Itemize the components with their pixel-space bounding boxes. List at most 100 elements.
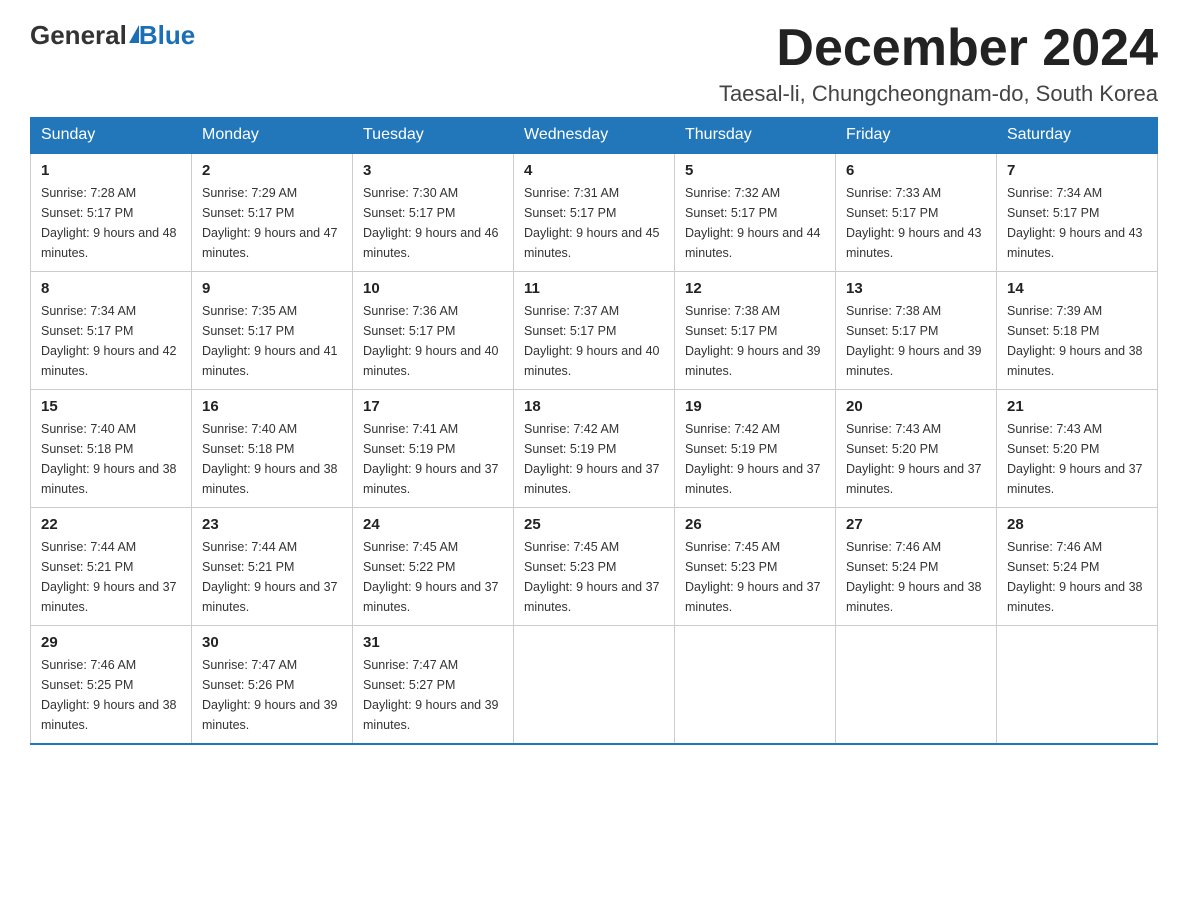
day-info: Sunrise: 7:37 AMSunset: 5:17 PMDaylight:… (524, 301, 664, 381)
day-number: 31 (363, 634, 503, 651)
logo-blue-text: Blue (139, 20, 195, 51)
day-info: Sunrise: 7:46 AMSunset: 5:24 PMDaylight:… (846, 537, 986, 617)
day-info: Sunrise: 7:36 AMSunset: 5:17 PMDaylight:… (363, 301, 503, 381)
week-row-5: 29 Sunrise: 7:46 AMSunset: 5:25 PMDayligh… (31, 626, 1158, 745)
day-number: 7 (1007, 162, 1147, 179)
day-info: Sunrise: 7:33 AMSunset: 5:17 PMDaylight:… (846, 183, 986, 263)
logo-general: General (30, 20, 127, 51)
calendar-cell: 21Sunrise: 7:43 AMSunset: 5:20 PMDayligh… (997, 390, 1158, 508)
calendar-cell: 28Sunrise: 7:46 AMSunset: 5:24 PMDayligh… (997, 508, 1158, 626)
day-info: Sunrise: 7:30 AMSunset: 5:17 PMDaylight:… (363, 183, 503, 263)
calendar-cell: 12 Sunrise: 7:38 AMSunset: 5:17 PMDayligh… (675, 272, 836, 390)
calendar-cell: 8Sunrise: 7:34 AMSunset: 5:17 PMDaylight… (31, 272, 192, 390)
day-info: Sunrise: 7:42 AMSunset: 5:19 PMDaylight:… (685, 419, 825, 499)
day-info: Sunrise: 7:35 AMSunset: 5:17 PMDaylight:… (202, 301, 342, 381)
calendar-cell: 15Sunrise: 7:40 AMSunset: 5:18 PMDayligh… (31, 390, 192, 508)
day-number: 11 (524, 280, 664, 297)
col-header-thursday: Thursday (675, 118, 836, 154)
week-row-1: 1 Sunrise: 7:28 AMSunset: 5:17 PMDaylight… (31, 153, 1158, 272)
day-number: 10 (363, 280, 503, 297)
day-number: 13 (846, 280, 986, 297)
calendar-cell: 11 Sunrise: 7:37 AMSunset: 5:17 PMDayligh… (514, 272, 675, 390)
calendar-cell: 2Sunrise: 7:29 AMSunset: 5:17 PMDaylight… (192, 153, 353, 272)
day-number: 21 (1007, 398, 1147, 415)
calendar-cell: 22 Sunrise: 7:44 AMSunset: 5:21 PMDayligh… (31, 508, 192, 626)
day-info: Sunrise: 7:44 AMSunset: 5:21 PMDaylight:… (202, 537, 342, 617)
calendar-cell: 24 Sunrise: 7:45 AMSunset: 5:22 PMDayligh… (353, 508, 514, 626)
calendar-cell: 27 Sunrise: 7:46 AMSunset: 5:24 PMDayligh… (836, 508, 997, 626)
day-number: 17 (363, 398, 503, 415)
month-title: December 2024 (719, 20, 1158, 77)
week-row-2: 8Sunrise: 7:34 AMSunset: 5:17 PMDaylight… (31, 272, 1158, 390)
calendar-cell: 31Sunrise: 7:47 AMSunset: 5:27 PMDayligh… (353, 626, 514, 745)
day-info: Sunrise: 7:46 AMSunset: 5:25 PMDaylight:… (41, 655, 181, 735)
day-info: Sunrise: 7:32 AMSunset: 5:17 PMDaylight:… (685, 183, 825, 263)
day-info: Sunrise: 7:45 AMSunset: 5:22 PMDaylight:… (363, 537, 503, 617)
calendar-cell: 7 Sunrise: 7:34 AMSunset: 5:17 PMDaylight… (997, 153, 1158, 272)
logo-blue-part: Blue (127, 20, 195, 51)
day-number: 9 (202, 280, 342, 297)
day-info: Sunrise: 7:41 AMSunset: 5:19 PMDaylight:… (363, 419, 503, 499)
title-area: December 2024 Taesal-li, Chungcheongnam-… (719, 20, 1158, 107)
calendar-cell (675, 626, 836, 745)
day-number: 26 (685, 516, 825, 533)
calendar-cell: 1 Sunrise: 7:28 AMSunset: 5:17 PMDaylight… (31, 153, 192, 272)
day-number: 29 (41, 634, 181, 651)
day-number: 14 (1007, 280, 1147, 297)
day-number: 12 (685, 280, 825, 297)
day-number: 2 (202, 162, 342, 179)
day-info: Sunrise: 7:38 AMSunset: 5:17 PMDaylight:… (846, 301, 986, 381)
calendar-cell: 26 Sunrise: 7:45 AMSunset: 5:23 PMDayligh… (675, 508, 836, 626)
calendar-cell (514, 626, 675, 745)
calendar-cell: 3Sunrise: 7:30 AMSunset: 5:17 PMDaylight… (353, 153, 514, 272)
day-info: Sunrise: 7:45 AMSunset: 5:23 PMDaylight:… (685, 537, 825, 617)
calendar-cell: 18 Sunrise: 7:42 AMSunset: 5:19 PMDayligh… (514, 390, 675, 508)
calendar-cell: 17 Sunrise: 7:41 AMSunset: 5:19 PMDayligh… (353, 390, 514, 508)
day-info: Sunrise: 7:47 AMSunset: 5:26 PMDaylight:… (202, 655, 342, 735)
day-number: 1 (41, 162, 181, 179)
logo-text: General Blue (30, 20, 195, 51)
col-header-friday: Friday (836, 118, 997, 154)
day-number: 24 (363, 516, 503, 533)
calendar-cell: 6 Sunrise: 7:33 AMSunset: 5:17 PMDaylight… (836, 153, 997, 272)
calendar-cell: 4 Sunrise: 7:31 AMSunset: 5:17 PMDaylight… (514, 153, 675, 272)
col-header-wednesday: Wednesday (514, 118, 675, 154)
calendar-cell: 9 Sunrise: 7:35 AMSunset: 5:17 PMDaylight… (192, 272, 353, 390)
calendar-cell: 5Sunrise: 7:32 AMSunset: 5:17 PMDaylight… (675, 153, 836, 272)
day-number: 18 (524, 398, 664, 415)
calendar-cell: 13 Sunrise: 7:38 AMSunset: 5:17 PMDayligh… (836, 272, 997, 390)
calendar-cell (836, 626, 997, 745)
day-number: 25 (524, 516, 664, 533)
day-info: Sunrise: 7:38 AMSunset: 5:17 PMDaylight:… (685, 301, 825, 381)
location-title: Taesal-li, Chungcheongnam-do, South Kore… (719, 81, 1158, 107)
day-info: Sunrise: 7:34 AMSunset: 5:17 PMDaylight:… (1007, 183, 1147, 263)
calendar-cell: 16Sunrise: 7:40 AMSunset: 5:18 PMDayligh… (192, 390, 353, 508)
day-info: Sunrise: 7:40 AMSunset: 5:18 PMDaylight:… (202, 419, 342, 499)
day-number: 23 (202, 516, 342, 533)
day-number: 27 (846, 516, 986, 533)
col-header-sunday: Sunday (31, 118, 192, 154)
day-info: Sunrise: 7:42 AMSunset: 5:19 PMDaylight:… (524, 419, 664, 499)
calendar-cell (997, 626, 1158, 745)
day-number: 8 (41, 280, 181, 297)
day-number: 4 (524, 162, 664, 179)
day-number: 20 (846, 398, 986, 415)
day-number: 22 (41, 516, 181, 533)
calendar-cell: 23 Sunrise: 7:44 AMSunset: 5:21 PMDayligh… (192, 508, 353, 626)
calendar-cell: 10 Sunrise: 7:36 AMSunset: 5:17 PMDayligh… (353, 272, 514, 390)
calendar-cell: 20Sunrise: 7:43 AMSunset: 5:20 PMDayligh… (836, 390, 997, 508)
day-number: 30 (202, 634, 342, 651)
calendar-cell: 30 Sunrise: 7:47 AMSunset: 5:26 PMDayligh… (192, 626, 353, 745)
calendar-cell: 14 Sunrise: 7:39 AMSunset: 5:18 PMDayligh… (997, 272, 1158, 390)
day-number: 19 (685, 398, 825, 415)
day-info: Sunrise: 7:28 AMSunset: 5:17 PMDaylight:… (41, 183, 181, 263)
day-info: Sunrise: 7:46 AMSunset: 5:24 PMDaylight:… (1007, 537, 1147, 617)
col-header-tuesday: Tuesday (353, 118, 514, 154)
col-header-monday: Monday (192, 118, 353, 154)
day-info: Sunrise: 7:44 AMSunset: 5:21 PMDaylight:… (41, 537, 181, 617)
day-info: Sunrise: 7:31 AMSunset: 5:17 PMDaylight:… (524, 183, 664, 263)
logo-triangle-icon (129, 25, 139, 43)
day-info: Sunrise: 7:39 AMSunset: 5:18 PMDaylight:… (1007, 301, 1147, 381)
calendar-table: SundayMondayTuesdayWednesdayThursdayFrid… (30, 117, 1158, 745)
day-number: 6 (846, 162, 986, 179)
